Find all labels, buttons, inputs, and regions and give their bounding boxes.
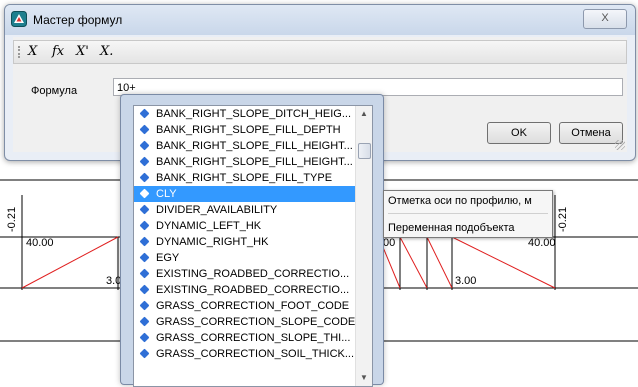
diamond-icon — [139, 124, 150, 135]
left-bottom-value: 3.0 — [106, 275, 122, 287]
autocomplete-item[interactable]: GRASS_CORRECTION_SLOPE_THI... — [134, 330, 356, 346]
diamond-icon — [139, 188, 150, 199]
toolbar-button-x[interactable]: X — [28, 43, 37, 61]
toolbar-button-x-dot[interactable]: X. — [100, 43, 113, 61]
autocomplete-item[interactable]: CLY — [134, 186, 356, 202]
title-bar[interactable]: Мастер формул X — [5, 5, 635, 35]
autocomplete-item-label: BANK_RIGHT_SLOPE_FILL_TYPE — [156, 172, 333, 184]
toolbar-button-x-prime[interactable]: X' — [76, 43, 89, 61]
diamond-icon — [139, 348, 150, 359]
diamond-icon — [139, 268, 150, 279]
diamond-icon — [139, 140, 150, 151]
autocomplete-item-label: BANK_RIGHT_SLOPE_DITCH_HEIG... — [156, 108, 351, 120]
autocomplete-item-label: EGY — [156, 252, 180, 264]
autocomplete-item-label: CLY — [156, 188, 177, 200]
scroll-down-icon[interactable]: ▼ — [356, 370, 372, 386]
scroll-up-icon[interactable]: ▲ — [356, 106, 372, 122]
autocomplete-item-label: BANK_RIGHT_SLOPE_FILL_HEIGHT... — [156, 156, 353, 168]
autocomplete-item-label: GRASS_CORRECTION_SLOPE_CODE — [156, 316, 356, 328]
autocomplete-item-label: EXISTING_ROADBED_CORRECTIO... — [156, 268, 350, 280]
autocomplete-item-label: GRASS_CORRECTION_SOIL_THICK... — [156, 348, 355, 360]
autocomplete-item[interactable]: DYNAMIC_LEFT_HK — [134, 218, 356, 234]
autocomplete-item-label: GRASS_CORRECTION_SLOPE_THI... — [156, 332, 351, 344]
cancel-button[interactable]: Отмена — [559, 122, 623, 144]
diamond-icon — [139, 284, 150, 295]
diamond-icon — [139, 332, 150, 343]
diamond-icon — [139, 220, 150, 231]
diamond-icon — [139, 204, 150, 215]
close-button[interactable]: X — [583, 9, 627, 29]
autocomplete-item[interactable]: BANK_RIGHT_SLOPE_FILL_TYPE — [134, 170, 356, 186]
resize-grip[interactable] — [615, 140, 625, 150]
autocomplete-item[interactable]: EXISTING_ROADBED_CORRECTIO... — [134, 266, 356, 282]
autocomplete-item[interactable]: BANK_RIGHT_SLOPE_FILL_DEPTH — [134, 122, 356, 138]
autocomplete-items: BANK_RIGHT_SLOPE_DITCH_HEIG... BANK_RIGHT… — [134, 106, 356, 362]
autocomplete-item[interactable]: BANK_RIGHT_SLOPE_FILL_HEIGHT... — [134, 138, 356, 154]
autocomplete-item[interactable]: BANK_RIGHT_SLOPE_DITCH_HEIG... — [134, 106, 356, 122]
diamond-icon — [139, 236, 150, 247]
formula-toolbar: X fx X' X. — [13, 40, 627, 64]
diamond-icon — [139, 252, 150, 263]
tooltip-category: Переменная подобъекта — [388, 222, 515, 234]
autocomplete-item[interactable]: DYNAMIC_RIGHT_HK — [134, 234, 356, 250]
autocomplete-item[interactable]: GRASS_CORRECTION_SLOPE_CODE — [134, 314, 356, 330]
toolbar-button-fx[interactable]: fx — [52, 43, 64, 61]
autocomplete-list[interactable]: BANK_RIGHT_SLOPE_DITCH_HEIG... BANK_RIGHT… — [133, 105, 373, 387]
formula-label: Формула — [31, 85, 78, 97]
autocomplete-item-label: DIVIDER_AVAILABILITY — [156, 204, 278, 216]
ok-button[interactable]: OK — [487, 122, 551, 144]
close-icon: X — [601, 12, 609, 24]
left-vertical-label: -0.21 — [6, 206, 18, 232]
autocomplete-item[interactable]: GRASS_CORRECTION_FOOT_CODE — [134, 298, 356, 314]
autocomplete-item[interactable]: GRASS_CORRECTION_SOIL_THICK... — [134, 346, 356, 362]
diamond-icon — [139, 300, 150, 311]
list-scrollbar[interactable]: ▲ ▼ — [355, 106, 372, 386]
autocomplete-item-label: BANK_RIGHT_SLOPE_FILL_DEPTH — [156, 124, 341, 136]
autocomplete-item-label: DYNAMIC_LEFT_HK — [156, 220, 262, 232]
diamond-icon — [139, 108, 150, 119]
scrollbar-thumb[interactable] — [358, 143, 371, 159]
app-icon — [11, 11, 27, 27]
tooltip-separator — [388, 213, 548, 214]
autocomplete-item-label: BANK_RIGHT_SLOPE_FILL_HEIGHT... — [156, 140, 353, 152]
left-value: 40.00 — [26, 237, 54, 249]
autocomplete-item-label: DYNAMIC_RIGHT_HK — [156, 236, 269, 248]
variable-tooltip: Отметка оси по профилю, м Переменная под… — [383, 190, 553, 238]
right-bottom-value: 3.00 — [455, 275, 477, 287]
toolbar-grip[interactable] — [18, 46, 22, 58]
autocomplete-item-label: EXISTING_ROADBED_CORRECTIO... — [156, 284, 350, 296]
right-value: 40.00 — [528, 237, 556, 249]
diamond-icon — [139, 316, 150, 327]
autocomplete-item[interactable]: BANK_RIGHT_SLOPE_FILL_HEIGHT... — [134, 154, 356, 170]
diamond-icon — [139, 156, 150, 167]
autocomplete-item-label: GRASS_CORRECTION_FOOT_CODE — [156, 300, 350, 312]
right-vertical-label: -0.21 — [557, 206, 569, 232]
autocomplete-popup: BANK_RIGHT_SLOPE_DITCH_HEIG... BANK_RIGHT… — [120, 94, 384, 387]
diamond-icon — [139, 172, 150, 183]
autocomplete-item[interactable]: EGY — [134, 250, 356, 266]
autocomplete-item[interactable]: EXISTING_ROADBED_CORRECTIO... — [134, 282, 356, 298]
tooltip-description: Отметка оси по профилю, м — [388, 195, 532, 207]
autocomplete-item[interactable]: DIVIDER_AVAILABILITY — [134, 202, 356, 218]
mid-fragment-value: 00 — [383, 237, 396, 249]
window-title: Мастер формул — [33, 13, 123, 27]
